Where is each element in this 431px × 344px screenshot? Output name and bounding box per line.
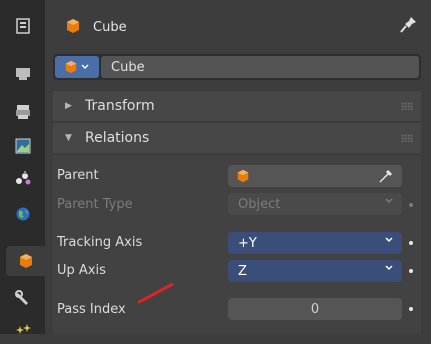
object-datablock-bar: Cube [53, 54, 421, 80]
object-name-field[interactable]: Cube [101, 56, 419, 78]
pass-index-value: 0 [310, 301, 320, 317]
particles-icon [15, 324, 31, 334]
up-axis-dropdown[interactable]: Z [228, 260, 402, 282]
view-layer-tab[interactable] [6, 131, 39, 161]
drag-grip-icon[interactable] [401, 102, 413, 110]
properties-tab-sidebar [0, 0, 45, 334]
relations-panel-label: Relations [85, 130, 150, 146]
pin-icon[interactable] [399, 16, 417, 34]
view-layer-icon [15, 138, 30, 154]
output-icon [15, 105, 30, 119]
chevron-down-icon [384, 196, 394, 209]
tool-tab[interactable] [6, 11, 39, 41]
render-tab[interactable] [6, 58, 39, 88]
modifier-icon [14, 290, 28, 305]
object-icon [65, 60, 77, 74]
tracking-axis-dropdown[interactable]: +Y [228, 232, 402, 254]
parent-label: Parent [57, 168, 99, 183]
transform-panel-label: Transform [85, 98, 155, 114]
properties-header: Cube [45, 0, 431, 44]
expanded-triangle-icon: ▼ [65, 133, 72, 143]
parent-type-value: Object [238, 196, 281, 212]
chevron-down-icon [384, 263, 394, 276]
chevron-down-icon [81, 64, 89, 70]
world-tab[interactable] [6, 199, 39, 229]
parent-type-dropdown[interactable]: Object [228, 193, 402, 215]
object-icon [237, 169, 249, 183]
up-axis-value: Z [238, 263, 247, 279]
scene-tab[interactable] [6, 163, 39, 193]
modifier-tab[interactable] [6, 283, 39, 313]
tracking-axis-value: +Y [238, 235, 257, 251]
object-tab[interactable] [6, 246, 45, 276]
object-name-text: Cube [111, 59, 145, 75]
object-icon [19, 254, 32, 268]
object-icon [67, 19, 79, 33]
collapsed-triangle-icon: ▶ [65, 101, 72, 111]
transform-panel-header[interactable]: ▶ Transform [53, 91, 421, 121]
pass-index-label: Pass Index [57, 302, 126, 317]
object-browse-button[interactable] [55, 56, 99, 78]
context-title: Cube [93, 20, 127, 35]
eyedropper-icon[interactable] [378, 168, 394, 184]
up-axis-label: Up Axis [57, 263, 106, 278]
up-axis-animate-dot[interactable] [409, 269, 413, 273]
tracking-axis-label: Tracking Axis [57, 235, 143, 250]
parent-type-animate-dot[interactable] [409, 203, 413, 207]
scene-icon [15, 171, 30, 185]
parent-type-label: Parent Type [57, 197, 133, 212]
tracking-axis-animate-dot[interactable] [409, 241, 413, 245]
particles-tab[interactable] [6, 314, 39, 344]
pass-index-field[interactable]: 0 [228, 298, 402, 320]
drag-grip-icon[interactable] [401, 134, 413, 142]
relations-panel-header[interactable]: ▼ Relations [53, 123, 421, 153]
tool-icon [15, 18, 30, 34]
output-tab[interactable] [6, 97, 39, 127]
chevron-down-icon [384, 235, 394, 248]
pass-index-animate-dot[interactable] [409, 307, 413, 311]
parent-field[interactable] [228, 165, 402, 187]
render-icon [15, 68, 30, 80]
world-icon [16, 207, 29, 221]
